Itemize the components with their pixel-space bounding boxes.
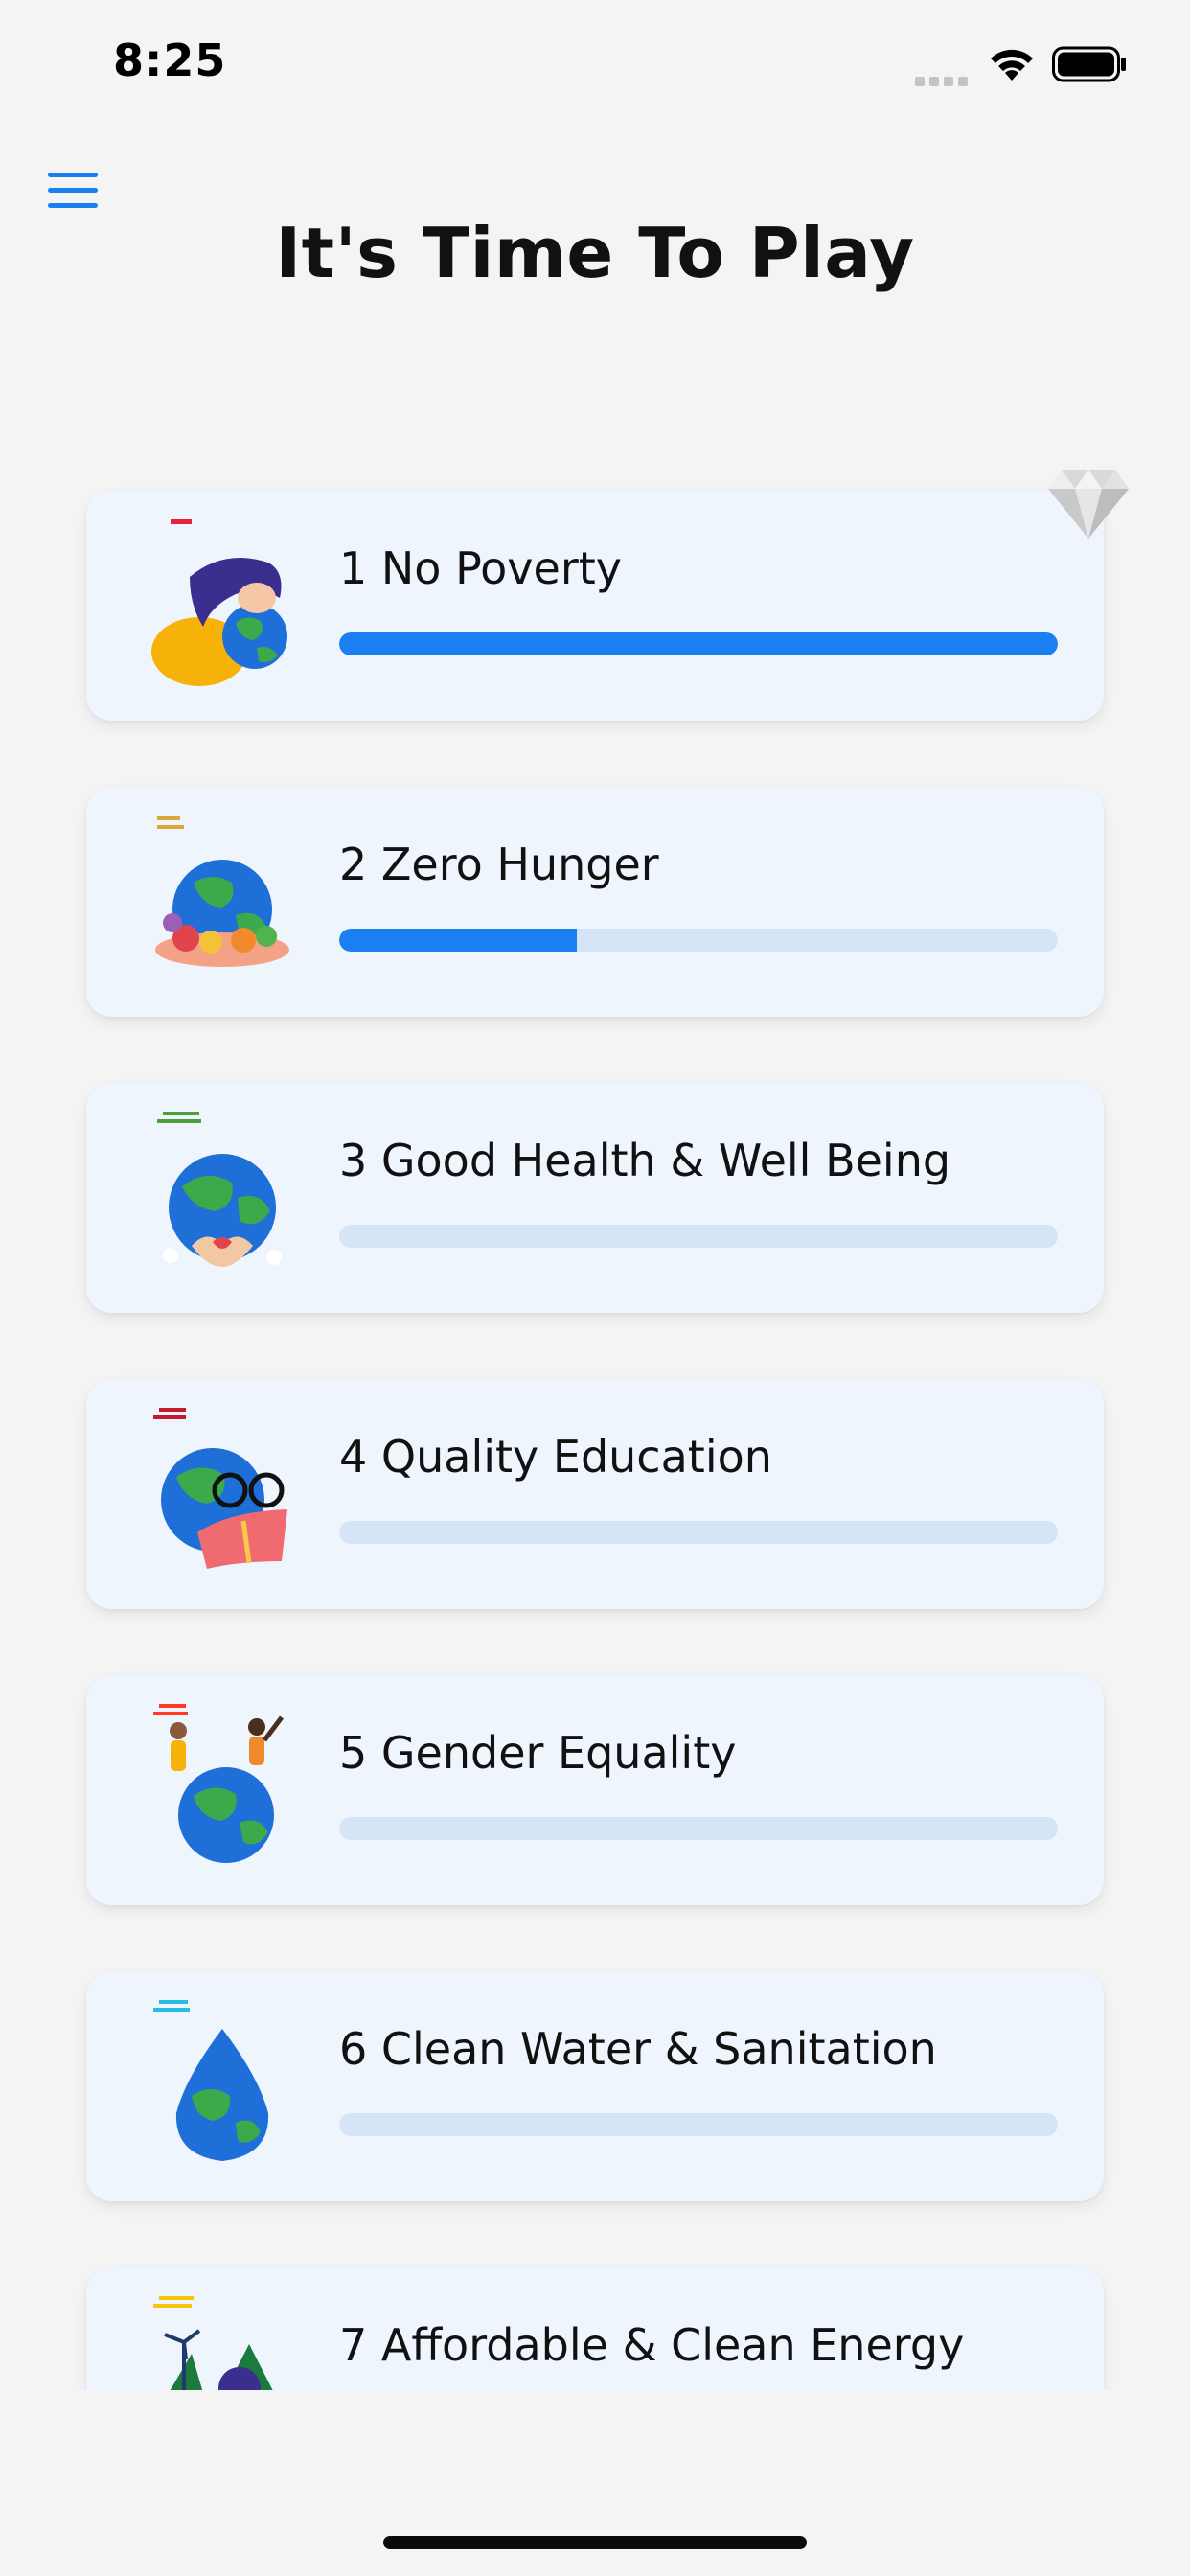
goal-title: 2 Zero Hunger <box>339 839 659 890</box>
sdg-clean-energy-icon <box>153 2296 273 2390</box>
goal-card-good-health[interactable]: 3 Good Health & Well Being <box>86 1083 1104 1313</box>
goal-progress-bar <box>339 2113 1058 2136</box>
goal-card-clean-water[interactable]: 6 Clean Water & Sanitation <box>86 1971 1104 2201</box>
goal-progress-bar <box>339 1817 1058 1840</box>
goal-progress-bar <box>339 1521 1058 1544</box>
goal-progress-fill <box>339 632 1058 656</box>
goal-card-zero-hunger[interactable]: 2 Zero Hunger <box>86 787 1104 1017</box>
goal-title: 7 Affordable & Clean Energy <box>339 2319 965 2371</box>
home-indicator[interactable] <box>383 2536 807 2549</box>
goal-progress-fill <box>339 929 577 952</box>
sdg-clean-water-icon <box>153 2000 269 2161</box>
goal-progress-bar <box>339 632 1058 656</box>
goal-list[interactable]: 1 No Poverty 2 Zero Hunger 3 Good Health… <box>0 0 1190 2390</box>
sdg-quality-education-icon <box>153 1408 287 1569</box>
sdg-good-health-icon <box>157 1112 282 1267</box>
goal-progress-bar <box>339 1225 1058 1248</box>
goal-title: 3 Good Health & Well Being <box>339 1135 951 1186</box>
sdg-gender-equality-icon <box>153 1704 284 1863</box>
goal-title: 4 Quality Education <box>339 1431 772 1483</box>
goal-title: 1 No Poverty <box>339 542 623 594</box>
sdg-no-poverty-icon <box>151 519 287 686</box>
goal-card-no-poverty[interactable]: 1 No Poverty <box>86 491 1104 721</box>
goal-progress-bar <box>339 929 1058 952</box>
diamond-icon <box>1048 470 1129 539</box>
goal-title: 5 Gender Equality <box>339 1727 737 1779</box>
sdg-zero-hunger-icon <box>155 816 289 967</box>
goal-card-gender-equality[interactable]: 5 Gender Equality <box>86 1675 1104 1905</box>
goal-card-quality-education[interactable]: 4 Quality Education <box>86 1379 1104 1609</box>
goal-card-clean-energy[interactable]: 7 Affordable & Clean Energy <box>86 2267 1104 2390</box>
goal-title: 6 Clean Water & Sanitation <box>339 2023 937 2075</box>
